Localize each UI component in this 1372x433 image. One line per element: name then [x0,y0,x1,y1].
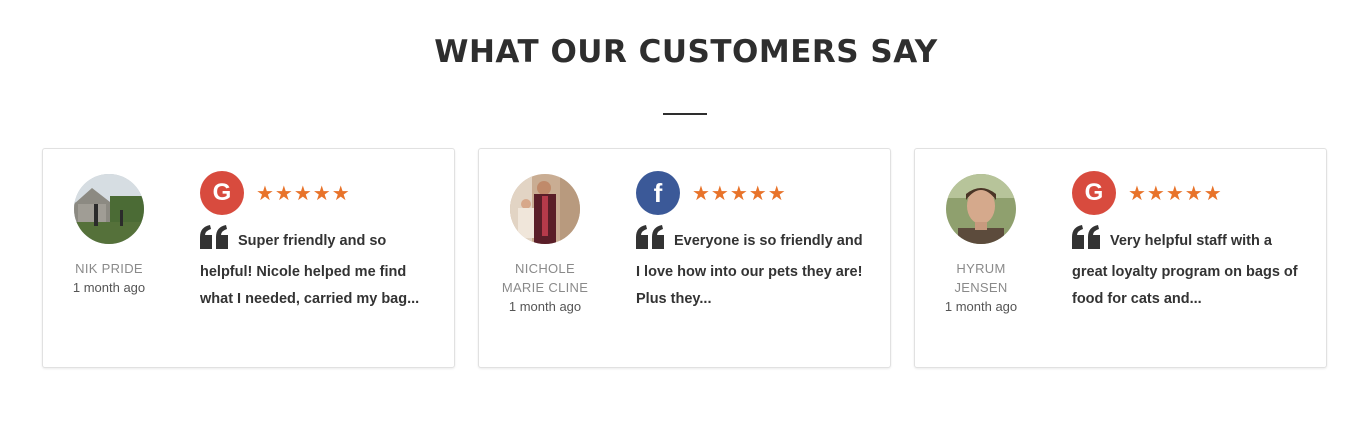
review-source-row: G ★★★★★ [1072,171,1302,215]
review-source-row: f ★★★★★ [636,171,866,215]
review-card: HYRUM JENSEN 1 month ago G ★★★★★ Very he… [914,148,1327,368]
author-name[interactable]: NICHOLE MARIE CLINE [499,259,591,297]
review-body: G ★★★★★ Very helpful staff with a great … [1072,171,1302,313]
review-card: NIK PRIDE 1 month ago G ★★★★★ Super frie… [42,148,455,368]
review-author: NIK PRIDE 1 month ago [63,174,155,297]
review-text: Super friendly and so helpful! Nicole he… [200,225,430,313]
review-time: 1 month ago [72,280,146,295]
google-icon[interactable]: G [200,171,244,215]
star-rating: ★★★★★ [692,181,787,205]
review-body: f ★★★★★ Everyone is so friendly and I lo… [636,171,866,313]
review-text: Very helpful staff with a great loyalty … [1072,225,1302,313]
review-text-content: Very helpful staff with a great loyalty … [1072,233,1298,307]
facebook-icon[interactable]: f [636,171,680,215]
review-author: HYRUM JENSEN 1 month ago [935,174,1027,316]
review-source-row: G ★★★★★ [200,171,430,215]
avatar[interactable] [946,174,1016,244]
author-name[interactable]: HYRUM JENSEN [935,259,1027,297]
quote-icon [1072,225,1102,259]
section-title: WHAT OUR CUSTOMERS SAY [434,34,938,70]
title-divider [663,113,707,115]
author-name[interactable]: NIK PRIDE [63,259,155,278]
review-body: G ★★★★★ Super friendly and so helpful! N… [200,171,430,313]
review-time: 1 month ago [508,299,582,314]
review-text: Everyone is so friendly and I love how i… [636,225,866,313]
review-text-content: Everyone is so friendly and I love how i… [636,233,863,307]
star-rating: ★★★★★ [1128,181,1223,205]
avatar-photo [946,174,1016,244]
review-text-content: Super friendly and so helpful! Nicole he… [200,233,420,307]
reviews-list: NIK PRIDE 1 month ago G ★★★★★ Super frie… [42,148,1330,368]
quote-icon [636,225,666,259]
quote-icon [200,225,230,259]
review-time: 1 month ago [944,299,1018,314]
star-rating: ★★★★★ [256,181,351,205]
avatar[interactable] [510,174,580,244]
review-author: NICHOLE MARIE CLINE 1 month ago [499,174,591,316]
google-icon[interactable]: G [1072,171,1116,215]
avatar[interactable] [74,174,144,244]
review-card: NICHOLE MARIE CLINE 1 month ago f ★★★★★ … [478,148,891,368]
avatar-photo [510,174,580,244]
avatar-photo [74,174,144,244]
